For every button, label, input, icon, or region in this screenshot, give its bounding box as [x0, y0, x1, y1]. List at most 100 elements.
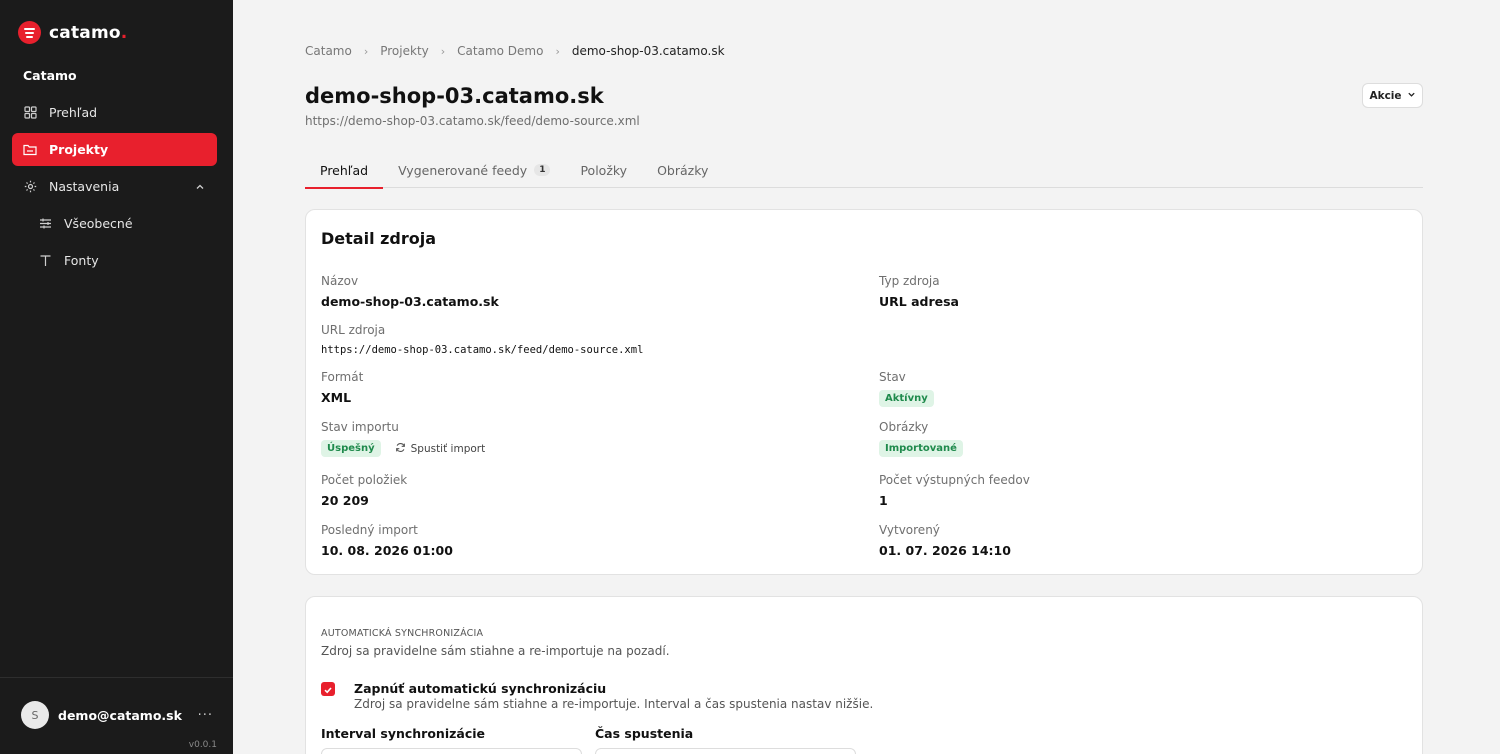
field-value: 20 209 — [321, 493, 369, 508]
field-created: Vytvorený 01. 07. 2026 14:10 — [879, 523, 1011, 558]
user-menu[interactable]: S demo@catamo.sk ··· — [21, 701, 213, 729]
field-value: URL adresa — [879, 294, 959, 309]
org-name: Catamo — [23, 68, 77, 83]
breadcrumb-item[interactable]: Catamo — [305, 44, 352, 58]
sidebar-item-projekty[interactable]: Projekty — [12, 133, 217, 166]
auto-sync-checkbox[interactable] — [321, 682, 335, 696]
import-status-badge: Úspešný — [321, 440, 381, 457]
chevron-up-icon[interactable] — [195, 180, 205, 195]
field-format: Formát XML — [321, 370, 363, 405]
breadcrumb-current: demo-shop-03.catamo.sk — [571, 44, 725, 58]
field-item-count: Počet položiek 20 209 — [321, 473, 407, 508]
field-label: Vytvorený — [879, 523, 940, 537]
logo[interactable]: catamo. — [18, 21, 127, 44]
tab-label: Prehľad — [320, 162, 369, 178]
chevron-down-icon — [1407, 90, 1416, 102]
field-name: Názov demo-shop-03.catamo.sk — [321, 274, 499, 309]
count-badge: 1 — [534, 164, 551, 176]
field-label: Typ zdroja — [879, 274, 940, 288]
sidebar-item-label: Projekty — [49, 142, 109, 157]
sidebar-item-prehlad[interactable]: Prehľad — [12, 96, 217, 129]
sidebar-item-label: Všeobecné — [64, 216, 133, 231]
sidebar-item-label: Nastavenia — [49, 179, 120, 194]
chevron-right-icon: › — [440, 44, 446, 58]
tab-label: Vygenerované feedy — [398, 162, 528, 178]
sliders-icon — [38, 217, 52, 231]
tab-vygenerovane-feedy[interactable]: Vygenerované feedy 1 — [383, 152, 565, 188]
images-badge: Importované — [879, 440, 963, 457]
field-label: Počet výstupných feedov — [879, 473, 1030, 487]
avatar: S — [21, 701, 49, 729]
app-version: v0.0.1 — [188, 740, 217, 750]
grid-icon — [23, 106, 37, 120]
field-label: Názov — [321, 274, 359, 288]
check-icon — [323, 680, 333, 699]
section-description: Zdroj sa pravidelne sám stiahne a re-imp… — [321, 644, 670, 658]
field-label: Stav — [879, 370, 906, 384]
interval-select[interactable] — [321, 748, 582, 754]
sidebar-nav: Prehľad Projekty Nastavenia Všeobecné Fo… — [12, 96, 217, 281]
page-title: demo-shop-03.catamo.sk — [305, 84, 604, 108]
tab-polozky[interactable]: Položky — [565, 152, 642, 188]
field-label: Obrázky — [879, 420, 929, 434]
source-detail-card: Detail zdroja Názov demo-shop-03.catamo.… — [305, 209, 1423, 575]
field-label: Počet položiek — [321, 473, 408, 487]
run-import-label: Spustiť import — [410, 442, 486, 455]
sidebar-item-vseobecne[interactable]: Všeobecné — [12, 207, 217, 240]
field-source-type: Typ zdroja URL adresa — [879, 274, 959, 309]
sidebar-divider — [0, 677, 233, 678]
field-label: Stav importu — [321, 420, 399, 434]
logo-text: catamo. — [49, 22, 128, 43]
sidebar-item-label: Prehľad — [49, 105, 98, 120]
chevron-right-icon: › — [555, 44, 560, 58]
field-value: demo-shop-03.catamo.sk — [321, 294, 499, 309]
run-import-button[interactable]: Spustiť import — [395, 442, 486, 456]
field-label: URL zdroja — [321, 323, 386, 337]
auto-sync-card: AUTOMATICKÁ SYNCHRONIZÁCIA Zdroj sa prav… — [305, 596, 1423, 754]
tab-obrazky[interactable]: Obrázky — [642, 152, 723, 188]
refresh-icon — [395, 442, 406, 456]
type-icon — [38, 254, 52, 268]
start-time-input[interactable] — [595, 748, 856, 754]
more-icon[interactable]: ··· — [198, 708, 213, 723]
checkbox-label[interactable]: Zapnúť automatickú synchronizáciu — [354, 681, 606, 696]
field-images: Obrázky Importované — [879, 420, 963, 457]
breadcrumb-item[interactable]: Projekty — [380, 44, 429, 58]
status-badge: Aktívny — [879, 390, 934, 407]
folder-icon — [23, 143, 37, 157]
field-last-import: Posledný import 10. 08. 2026 01:00 — [321, 523, 453, 558]
tab-label: Obrázky — [657, 162, 709, 178]
field-import-status: Stav importu Úspešný Spustiť import — [321, 420, 485, 457]
page-url: https://demo-shop-03.catamo.sk/feed/demo… — [305, 114, 640, 128]
card-title: Detail zdroja — [321, 229, 437, 248]
user-email: demo@catamo.sk — [58, 707, 182, 723]
main-content: Catamo › Projekty › Catamo Demo › demo-s… — [233, 0, 1500, 754]
tab-label: Položky — [580, 162, 628, 178]
actions-label: Akcie — [1369, 89, 1402, 102]
logo-icon — [18, 21, 41, 44]
breadcrumb: Catamo › Projekty › Catamo Demo › demo-s… — [305, 44, 725, 58]
tab-prehlad[interactable]: Prehľad — [305, 152, 384, 189]
start-time-label: Čas spustenia — [595, 726, 694, 741]
sidebar-item-label: Fonty — [64, 253, 99, 268]
checkbox-description: Zdroj sa pravidelne sám stiahne a re-imp… — [354, 697, 874, 711]
field-value: XML — [321, 390, 352, 405]
interval-label: Interval synchronizácie — [321, 726, 486, 741]
field-output-feeds: Počet výstupných feedov 1 — [879, 473, 1030, 508]
field-value: https://demo-shop-03.catamo.sk/feed/demo… — [321, 344, 644, 356]
tabs: Prehľad Vygenerované feedy 1 Položky Obr… — [305, 152, 1423, 189]
chevron-right-icon: › — [363, 44, 369, 58]
breadcrumb-item[interactable]: Catamo Demo — [457, 44, 543, 58]
field-value: 10. 08. 2026 01:00 — [321, 543, 453, 558]
section-heading: AUTOMATICKÁ SYNCHRONIZÁCIA — [321, 628, 484, 639]
sidebar: catamo. Catamo Prehľad Projekty Nastaven… — [0, 0, 233, 754]
gear-icon — [23, 180, 37, 194]
actions-dropdown-button[interactable]: Akcie — [1362, 83, 1423, 108]
sidebar-item-nastavenia[interactable]: Nastavenia — [12, 170, 217, 203]
field-source-url: URL zdroja https://demo-shop-03.catamo.s… — [321, 323, 643, 356]
field-value: 01. 07. 2026 14:10 — [879, 543, 1011, 558]
field-value: 1 — [879, 493, 888, 508]
sidebar-item-fonty[interactable]: Fonty — [12, 244, 217, 277]
field-label: Formát — [321, 370, 364, 384]
field-label: Posledný import — [321, 523, 418, 537]
